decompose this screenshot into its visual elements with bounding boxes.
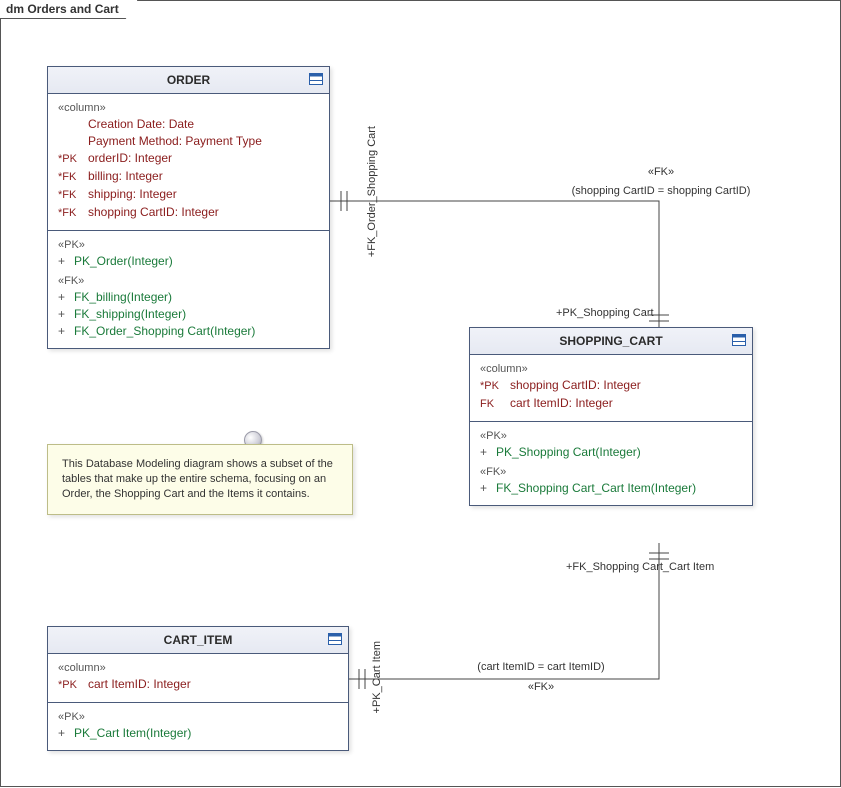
pk-row: +PK_Order(Integer) [58,253,319,269]
diagram-title-tab: dm Orders and Cart [0,0,138,19]
entity-cart-item-header: CART_ITEM [48,627,348,654]
pk-row: +PK_Shopping Cart(Integer) [480,444,742,460]
pk-stereotype: «PK» [480,430,742,442]
entity-order-name: ORDER [167,73,210,87]
connector-cart-item-join: (cart ItemID = cart ItemID) [446,661,636,673]
entity-cart-item-name: CART_ITEM [164,633,233,647]
connector-order-cart-pk-label: +PK_Shopping Cart [556,307,654,319]
columns-stereotype: «column» [58,102,319,114]
fk-row: +FK_shipping(Integer) [58,306,319,322]
entity-order[interactable]: ORDER «column» Creation Date: Date Payme… [47,66,330,349]
diagram-note[interactable]: This Database Modeling diagram shows a s… [47,444,353,515]
connector-order-cart-join: (shopping CartID = shopping CartID) [521,185,801,197]
table-icon [309,71,323,85]
entity-shopping-cart-keys: «PK» +PK_Shopping Cart(Integer) «FK» +FK… [470,421,752,505]
connector-cart-item-stereotype: «FK» [446,681,636,693]
diagram-title: dm Orders and Cart [6,2,119,16]
diagram-note-text: This Database Modeling diagram shows a s… [62,458,333,500]
entity-order-keys: «PK» +PK_Order(Integer) «FK» +FK_billing… [48,230,329,348]
column-row: *PKcart ItemID: Integer [58,676,338,693]
fk-row: +FK_Shopping Cart_Cart Item(Integer) [480,480,742,496]
connector-order-cart-fk-label: +FK_Order_Shopping Cart [366,126,378,257]
column-row: Payment Method: Payment Type [58,133,319,149]
fk-stereotype: «FK» [58,275,319,287]
connector-order-cart-stereotype: «FK» [571,166,751,178]
entity-shopping-cart-name: SHOPPING_CART [559,334,662,348]
entity-shopping-cart-columns: «column» *PKshopping CartID: Integer FKc… [470,355,752,421]
table-icon [328,631,342,645]
entity-order-columns: «column» Creation Date: Date Payment Met… [48,94,329,230]
entity-shopping-cart[interactable]: SHOPPING_CART «column» *PKshopping CartI… [469,327,753,506]
entity-cart-item-keys: «PK» +PK_Cart Item(Integer) [48,702,348,750]
table-icon [732,332,746,346]
column-row: *PKshopping CartID: Integer [480,377,742,394]
column-row: *FKshipping: Integer [58,186,319,203]
pk-stereotype: «PK» [58,711,338,723]
pk-row: +PK_Cart Item(Integer) [58,725,338,741]
column-row: Creation Date: Date [58,116,319,132]
columns-stereotype: «column» [58,662,338,674]
fk-row: +FK_Order_Shopping Cart(Integer) [58,323,319,339]
connector-cart-item-fk-label: +FK_Shopping Cart_Cart Item [566,561,714,573]
fk-row: +FK_billing(Integer) [58,289,319,305]
column-row: *FKbilling: Integer [58,168,319,185]
connector-cart-item-pk-label: +PK_Cart Item [371,641,383,713]
columns-stereotype: «column» [480,363,742,375]
entity-shopping-cart-header: SHOPPING_CART [470,328,752,355]
entity-cart-item[interactable]: CART_ITEM «column» *PKcart ItemID: Integ… [47,626,349,751]
column-row: *PKorderID: Integer [58,150,319,167]
diagram-canvas: dm Orders and Cart +FK_Order_Shopping Ca… [0,0,841,787]
column-row: FKcart ItemID: Integer [480,395,742,412]
entity-order-header: ORDER [48,67,329,94]
entity-cart-item-columns: «column» *PKcart ItemID: Integer [48,654,348,702]
fk-stereotype: «FK» [480,466,742,478]
column-row: *FKshopping CartID: Integer [58,204,319,221]
pk-stereotype: «PK» [58,239,319,251]
